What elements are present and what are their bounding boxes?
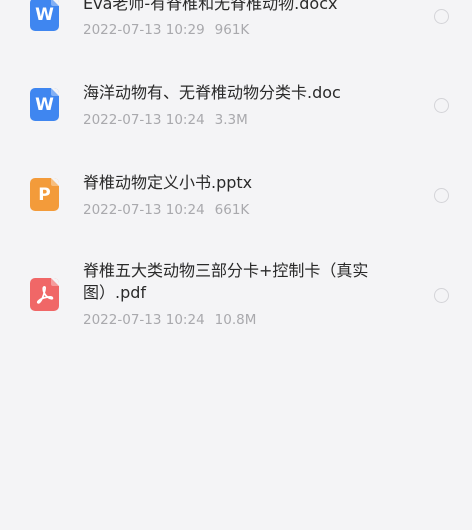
file-date: 2022-07-13 10:24 [83, 112, 205, 128]
select-radio[interactable] [434, 9, 449, 24]
file-size: 3.3M [214, 112, 248, 128]
file-name: 脊椎五大类动物三部分卡+控制卡（真实图）.pdf [83, 261, 369, 302]
file-name: Eva老师-有脊椎和无脊椎动物.docx [83, 0, 338, 13]
file-date: 2022-07-13 10:24 [83, 312, 205, 328]
file-date: 2022-07-13 10:29 [83, 22, 205, 38]
file-row[interactable]: P 脊椎动物定义小书.pptx 2022-07-13 10:24 661K [0, 160, 472, 240]
file-meta: 2022-07-13 10:24 3.3M [83, 111, 248, 129]
file-list: W Eva老师-有脊椎和无脊椎动物.docx 2022-07-13 10:29 9… [0, 0, 472, 530]
file-row[interactable]: W Eva老师-有脊椎和无脊椎动物.docx 2022-07-13 10:29 9… [0, 0, 472, 50]
file-row[interactable]: 脊椎五大类动物三部分卡+控制卡（真实图）.pdf 2022-07-13 10:2… [0, 250, 472, 345]
word-doc-icon: W [30, 0, 59, 31]
select-radio[interactable] [434, 288, 449, 303]
file-date: 2022-07-13 10:24 [83, 202, 205, 218]
file-meta: 2022-07-13 10:24 10.8M [83, 311, 256, 329]
file-name: 脊椎动物定义小书.pptx [83, 173, 253, 192]
pdf-doc-icon [30, 278, 59, 311]
file-name: 海洋动物有、无脊椎动物分类卡.doc [83, 83, 341, 102]
file-meta: 2022-07-13 10:29 961K [83, 21, 249, 39]
file-row[interactable]: W 海洋动物有、无脊椎动物分类卡.doc 2022-07-13 10:24 3.3… [0, 70, 472, 150]
ppt-doc-icon: P [30, 178, 59, 211]
word-doc-icon: W [30, 88, 59, 121]
pdf-acrobat-icon [36, 286, 54, 304]
file-meta: 2022-07-13 10:24 661K [83, 201, 249, 219]
file-size: 961K [214, 22, 250, 38]
file-size: 10.8M [214, 312, 257, 328]
file-size: 661K [214, 202, 250, 218]
select-radio[interactable] [434, 188, 449, 203]
select-radio[interactable] [434, 98, 449, 113]
